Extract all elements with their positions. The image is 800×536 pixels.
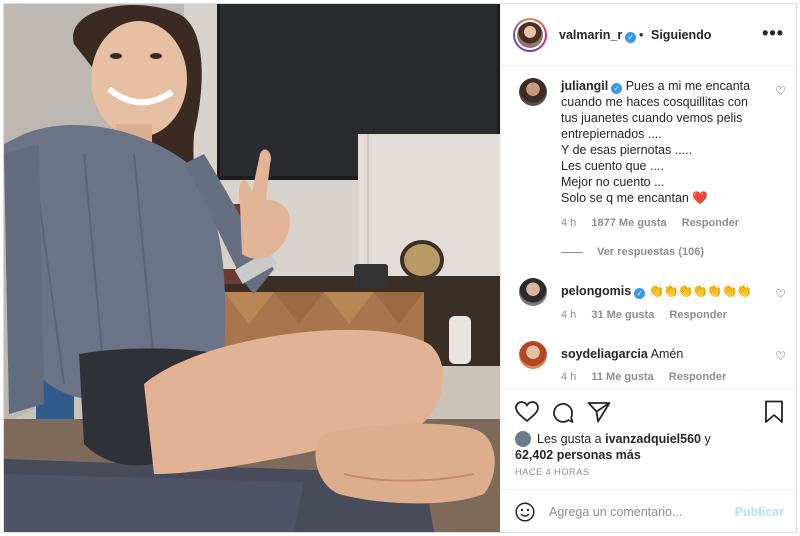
reply-button[interactable]: Responder xyxy=(669,371,726,383)
comment-avatar[interactable] xyxy=(519,78,547,106)
comment-time: 4 h xyxy=(561,309,577,321)
post-header: valmarin_r ✓ • Siguiendo ••• xyxy=(501,4,796,66)
comment-username[interactable]: pelongomis xyxy=(561,284,631,298)
more-horizontal-icon[interactable]: ••• xyxy=(762,23,784,44)
author-avatar[interactable] xyxy=(513,18,547,52)
comment-meta: 4 h 1877 Me gusta Responder xyxy=(561,217,751,229)
comment-line: cuando me haces cosquillitas con xyxy=(561,95,748,109)
publish-button[interactable]: Publicar xyxy=(735,505,784,519)
comment-text: 👏👏👏👏👏👏👏 xyxy=(648,284,752,298)
comment-likes[interactable]: 1877 Me gusta xyxy=(591,217,666,229)
view-replies-button[interactable]: Ver respuestas (106) xyxy=(561,246,704,258)
like-comment-heart-icon[interactable]: ♡ xyxy=(775,287,786,301)
heart-icon[interactable] xyxy=(515,401,539,423)
emoji-icon[interactable] xyxy=(515,502,535,522)
likes-conjunction: y xyxy=(704,432,711,446)
likes-count[interactable]: 62,402 personas más xyxy=(515,448,641,462)
verified-badge-icon: ✓ xyxy=(611,83,623,94)
like-comment-heart-icon[interactable]: ♡ xyxy=(775,349,786,363)
comment-line: Pues a mi me encanta xyxy=(625,79,751,93)
likes-prefix: Les gusta a xyxy=(537,432,602,446)
liker-username[interactable]: ivanzadquiel560 xyxy=(605,432,701,446)
comment-avatar[interactable] xyxy=(519,341,547,369)
post-actions: Les gusta a ivanzadquiel560 y 62,402 per… xyxy=(501,388,796,532)
post-photo-illustration xyxy=(4,4,500,532)
comment-likes[interactable]: 31 Me gusta xyxy=(591,309,654,321)
reply-button[interactable]: Responder xyxy=(669,309,726,321)
comment-form: Publicar xyxy=(501,489,796,532)
comment-time: 4 h xyxy=(561,217,577,229)
comment-meta: 4 h 11 Me gusta Responder xyxy=(561,371,738,383)
comment-line: Les cuento que .... xyxy=(561,159,664,173)
reply-button[interactable]: Responder xyxy=(682,217,739,229)
following-button[interactable]: Siguiendo xyxy=(651,28,711,42)
comment-line: Y de esas piernotas ..... xyxy=(561,143,693,157)
comment-time: 4 h xyxy=(561,371,577,383)
comment-icon[interactable] xyxy=(551,401,575,425)
comment-body: soydeliagarcia Amén xyxy=(561,346,771,362)
verified-badge-icon: ✓ xyxy=(625,32,637,43)
liker-avatar[interactable] xyxy=(515,431,531,447)
comment-body: pelongomis ✓ 👏👏👏👏👏👏👏 xyxy=(561,283,771,299)
comment-line: Mejor no cuento ... xyxy=(561,175,665,189)
comments-list: juliangil ✓ Pues a mi me encanta cuando m… xyxy=(501,66,796,388)
comment-username[interactable]: soydeliagarcia xyxy=(561,347,648,361)
like-comment-heart-icon[interactable]: ♡ xyxy=(775,84,786,98)
share-icon[interactable] xyxy=(587,401,611,423)
comment-likes[interactable]: 11 Me gusta xyxy=(591,371,653,383)
verified-badge-icon: ✓ xyxy=(634,288,646,299)
post-photo[interactable] xyxy=(4,4,500,532)
comment-text: Amén xyxy=(650,347,684,361)
likes-summary: Les gusta a ivanzadquiel560 y 62,402 per… xyxy=(515,431,711,463)
comment-line: Solo se q me encantan xyxy=(561,191,689,205)
comment-avatar[interactable] xyxy=(519,278,547,306)
instagram-post-modal: valmarin_r ✓ • Siguiendo ••• juliangil ✓ P… xyxy=(3,3,797,533)
author-username[interactable]: valmarin_r ✓ xyxy=(559,28,637,43)
comment-input[interactable] xyxy=(549,502,729,522)
heart-emoji: ❤️ xyxy=(692,191,708,205)
post-timestamp[interactable]: HACE 4 HORAS xyxy=(515,467,589,478)
comment-meta: 4 h 31 Me gusta Responder xyxy=(561,309,739,321)
bookmark-icon[interactable] xyxy=(764,400,784,424)
replies-divider xyxy=(561,251,583,253)
comment-line: tus juanetes cuando vemos pelis xyxy=(561,111,743,125)
comment-body: juliangil ✓ Pues a mi me encanta cuando m… xyxy=(561,78,771,206)
comment-username[interactable]: juliangil xyxy=(561,79,608,93)
comment-line: entrepiernados .... xyxy=(561,127,662,141)
post-side-panel: valmarin_r ✓ • Siguiendo ••• juliangil ✓ P… xyxy=(500,4,796,532)
header-separator: • xyxy=(639,28,644,42)
